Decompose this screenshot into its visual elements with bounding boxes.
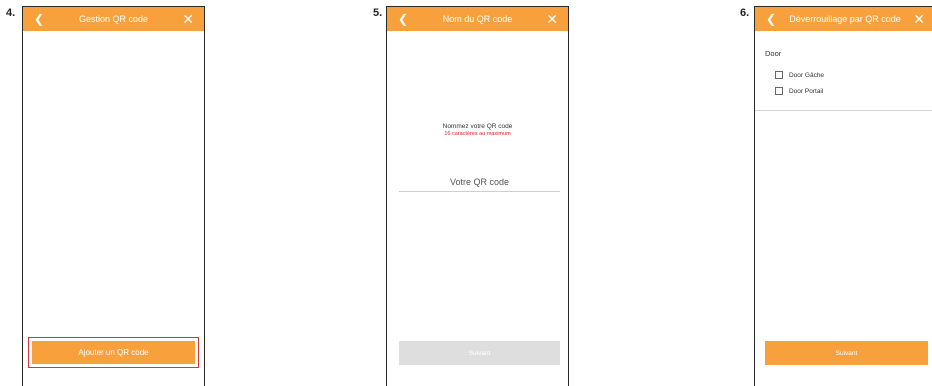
header-bar: ❮ Gestion QR code ✕ (23, 7, 204, 31)
step-number: 4. (6, 7, 16, 19)
max-length-hint: 16 caractères au maximum (444, 131, 511, 137)
phone-screen-qr-management: ❮ Gestion QR code ✕ Ajouter un QR code (22, 6, 205, 386)
screen-title: Gestion QR code (78, 14, 149, 24)
door-option-portail[interactable]: Door Portail (775, 86, 823, 96)
step-number: 5. (373, 7, 383, 19)
name-prompt: Nommez votre QR code (442, 123, 513, 130)
header-bar: ❮ Nom du QR code ✕ (387, 7, 568, 31)
door-section-label: Door (765, 49, 782, 58)
qr-name-input[interactable] (399, 173, 560, 192)
step-number: 6. (740, 7, 750, 19)
highlight-frame: Ajouter un QR code (28, 337, 199, 368)
door-option-label: Door Gâche (789, 71, 825, 79)
close-icon[interactable]: ✕ (182, 7, 194, 31)
close-icon[interactable]: ✕ (913, 7, 925, 31)
next-button-disabled[interactable]: Suivant (399, 341, 560, 365)
door-option-gache[interactable]: Door Gâche (775, 70, 824, 80)
phone-screen-qr-name: ❮ Nom du QR code ✕ Nommez votre QR code … (386, 6, 569, 386)
checkbox-icon[interactable] (775, 71, 783, 79)
door-option-label: Door Portail (789, 87, 824, 95)
divider (755, 110, 932, 111)
screen-title: Nom du QR code (442, 14, 513, 24)
header-bar: ❮ Déverrouillage par QR code ✕ (755, 7, 932, 31)
phone-screen-qr-unlock: ❮ Déverrouillage par QR code ✕ Door Door… (754, 6, 932, 386)
checkbox-icon[interactable] (775, 87, 783, 95)
add-qr-code-button[interactable]: Ajouter un QR code (32, 341, 195, 364)
screen-title: Déverrouillage par QR code (789, 14, 901, 24)
close-icon[interactable]: ✕ (546, 7, 558, 31)
next-button[interactable]: Suivant (765, 341, 928, 365)
